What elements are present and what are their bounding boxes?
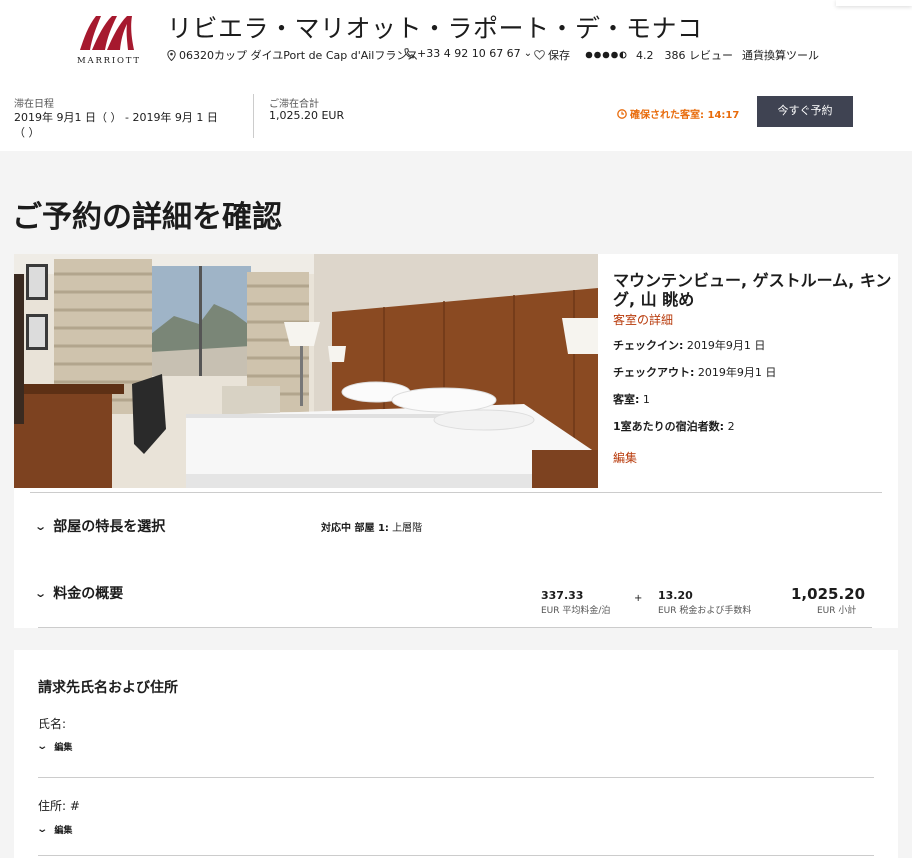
address-edit-toggle[interactable]: ⌄ 編集 <box>36 823 73 836</box>
rooms-line: 客室: 1 <box>613 391 650 407</box>
guests-line: 1室あたりの宿泊者数: 2 <box>613 418 735 434</box>
rating-dots-icon <box>585 51 627 59</box>
address-text: 06320カップ ダイユPort de Cap d'Ailフランス <box>179 49 419 62</box>
address-link[interactable]: 06320カップ ダイユPort de Cap d'Ailフランス <box>167 47 418 63</box>
heart-icon <box>534 50 545 60</box>
location-pin-icon <box>167 49 176 61</box>
subtotal-value: 1,025.20 <box>791 585 866 603</box>
stay-divider <box>253 94 254 138</box>
countdown-text: 確保された客室: 14:17 <box>630 110 740 121</box>
checkout-label: チェックアウト: <box>613 366 695 379</box>
pricing-heading: 料金の概要 <box>53 586 124 602</box>
subtotal-label: EUR 小計 <box>817 606 857 616</box>
room-edit-link[interactable]: 編集 <box>613 449 637 466</box>
name-edit-toggle[interactable]: ⌄ 編集 <box>36 740 73 753</box>
phone-icon <box>404 48 414 59</box>
room-features-toggle[interactable]: ⌄ 部屋の特長を選択 <box>34 516 166 536</box>
address-label: 住所: # <box>38 799 80 813</box>
guests-value: 2 <box>727 420 735 433</box>
chevron-down-icon: ⌄ <box>36 824 49 835</box>
header-corner-shadow <box>836 0 912 6</box>
rooms-value: 1 <box>642 393 650 406</box>
pricing-divider <box>38 627 872 628</box>
room-features-status: 対応中 部屋 1: 上層階 <box>321 519 422 534</box>
dates-label: 滞在日程 <box>14 99 54 110</box>
room-name: マウンテンビュー, ゲストルーム, キング, 山 眺め <box>613 271 892 309</box>
chevron-down-icon: ⌄ <box>34 519 48 533</box>
plus-sign: + <box>634 593 643 604</box>
brand-wordmark: MARRIOTT <box>77 56 141 66</box>
book-now-button[interactable]: 今すぐ予約 <box>757 96 853 127</box>
tax-label: EUR 税金および手数料 <box>658 606 752 616</box>
phone-number: +33 4 92 10 67 67 <box>417 47 521 60</box>
marriott-logo[interactable]: MARRIOTT <box>74 10 150 70</box>
guests-label: 1室あたりの宿泊者数: <box>613 420 725 433</box>
total-label: ご滞在合計 <box>269 99 319 110</box>
chevron-down-icon: ⌄ <box>34 586 48 600</box>
address-edit-label: 編集 <box>54 826 73 836</box>
billing-divider-bottom <box>38 855 874 856</box>
review-count: 386 レビュー <box>664 49 734 62</box>
save-button[interactable]: 保存 <box>534 47 570 63</box>
checkin-line: チェックイン: 2019年9月1 日 <box>613 337 765 353</box>
chevron-down-icon: ⌄ <box>36 741 49 752</box>
checkin-label: チェックイン: <box>613 339 684 352</box>
room-details-link[interactable]: 客室の詳細 <box>613 311 673 328</box>
room-divider <box>30 492 882 493</box>
name-edit-label: 編集 <box>54 743 73 753</box>
checkout-value: 2019年9月1 日 <box>697 366 777 379</box>
room-hold-countdown: 確保された客室: 14:17 <box>617 106 739 121</box>
rating-reviews-link[interactable]: 4.2 386 レビュー <box>585 47 733 63</box>
billing-divider <box>38 777 874 778</box>
tax-value: 13.20 <box>658 589 693 602</box>
billing-heading: 請求先氏名および住所 <box>38 680 178 696</box>
room-features-heading: 部屋の特長を選択 <box>53 519 166 535</box>
chevron-down-icon: ⌄ <box>523 48 533 59</box>
avg-rate-value: 337.33 <box>541 589 584 602</box>
pricing-summary-toggle[interactable]: ⌄ 料金の概要 <box>34 583 124 603</box>
avg-rate-label: EUR 平均料金/泊 <box>541 606 611 616</box>
dates-value: 2019年 9月1 日（ ） - 2019年 9月 1 日 <box>14 111 218 124</box>
features-status-prefix: 対応中 部屋 1: <box>321 523 389 534</box>
page-title: ご予約の詳細を確認 <box>12 200 282 235</box>
rooms-label: 客室: <box>613 393 640 406</box>
room-photo <box>14 254 598 488</box>
rating-value: 4.2 <box>636 48 654 62</box>
clock-icon <box>617 108 627 119</box>
checkout-line: チェックアウト: 2019年9月1 日 <box>613 364 776 380</box>
dates-value-weekday: （ ） <box>14 126 40 139</box>
room-photo-image <box>14 254 598 488</box>
hotel-name: リビエラ・マリオット・ラポート・デ・モナコ <box>167 14 703 43</box>
features-status-value: 上層階 <box>392 523 423 534</box>
currency-converter-link[interactable]: 通貨換算ツール <box>742 47 819 63</box>
save-label: 保存 <box>548 49 570 62</box>
checkin-value: 2019年9月1 日 <box>686 339 766 352</box>
phone-link[interactable]: +33 4 92 10 67 67 ⌄ <box>404 47 532 60</box>
total-value: 1,025.20 EUR <box>269 109 345 122</box>
name-label: 氏名: <box>38 717 67 731</box>
